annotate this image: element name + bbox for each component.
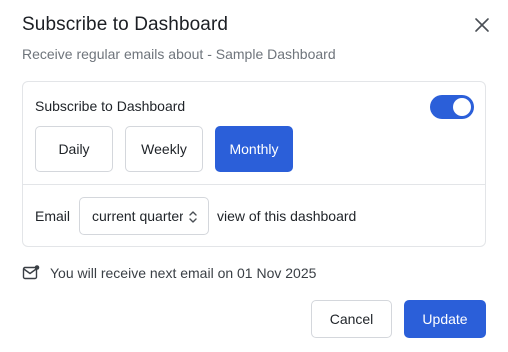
period-select[interactable]: current quarter <box>79 197 209 235</box>
view-description: view of this dashboard <box>217 208 357 224</box>
cancel-button[interactable]: Cancel <box>311 300 392 338</box>
frequency-section: Subscribe to Dashboard Daily Weekly Mont… <box>23 82 485 185</box>
frequency-weekly-label: Weekly <box>141 141 187 157</box>
period-select-value: current quarter <box>92 208 183 224</box>
dialog-title: Subscribe to Dashboard <box>22 14 229 35</box>
frequency-daily-button[interactable]: Daily <box>35 126 113 172</box>
frequency-monthly-button[interactable]: Monthly <box>215 126 293 172</box>
next-email-text: You will receive next email on 01 Nov 20… <box>50 265 317 281</box>
next-email-notice: You will receive next email on 01 Nov 20… <box>22 264 316 282</box>
subscription-card: Subscribe to Dashboard Daily Weekly Mont… <box>22 81 486 247</box>
update-button[interactable]: Update <box>404 300 486 338</box>
close-button[interactable] <box>470 13 494 37</box>
frequency-monthly-label: Monthly <box>229 141 279 157</box>
subscribe-label: Subscribe to Dashboard <box>35 98 186 114</box>
subscribe-dialog: Subscribe to Dashboard Receive regular e… <box>0 0 508 352</box>
chevron-up-down-icon <box>189 211 197 223</box>
mail-icon <box>22 265 40 280</box>
dialog-subtitle: Receive regular emails about - Sample Da… <box>22 46 336 62</box>
frequency-daily-label: Daily <box>58 141 90 157</box>
toggle-knob <box>453 98 471 116</box>
subscribe-toggle[interactable] <box>430 95 474 119</box>
close-icon <box>475 18 489 32</box>
email-label: Email <box>35 208 71 224</box>
frequency-weekly-button[interactable]: Weekly <box>125 126 203 172</box>
